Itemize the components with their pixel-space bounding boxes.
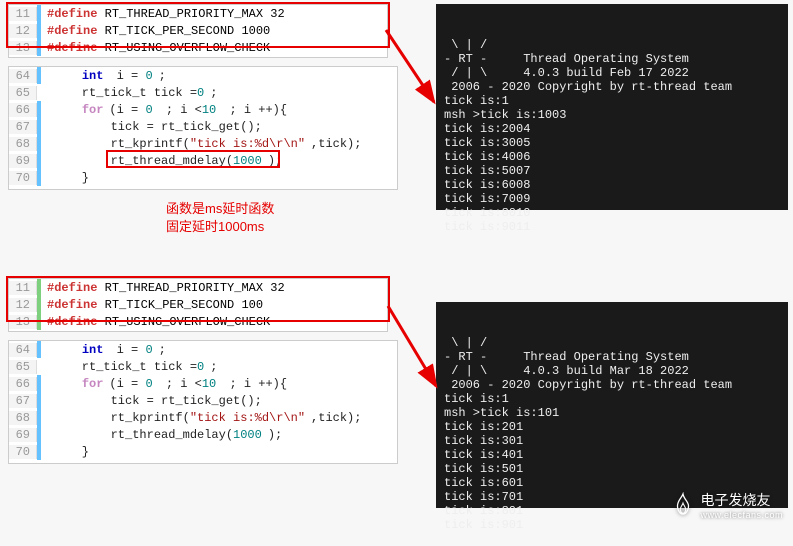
code-content: rt_thread_mdelay(1000); [41, 428, 282, 442]
terminal-line: 2006 - 2020 Copyright by rt-thread team [444, 378, 780, 392]
line-number: 69 [9, 428, 37, 442]
code-content: rt_kprintf("tick is:%d\r\n",tick); [41, 411, 361, 425]
code-line[interactable]: 67 tick = rt_tick_get(); [9, 392, 397, 409]
code-line[interactable]: 69 rt_thread_mdelay(1000); [9, 152, 397, 169]
terminal-line: tick is:401 [444, 448, 780, 462]
terminal-line: / | \ 4.0.3 build Feb 17 2022 [444, 66, 780, 80]
line-number: 12 [9, 24, 37, 38]
code-content: } [41, 171, 89, 185]
flame-icon [672, 492, 694, 518]
terminal-line: / | \ 4.0.3 build Mar 18 2022 [444, 364, 780, 378]
code-line[interactable]: 66 for(i = 0 ; i <10 ; i ++){ [9, 375, 397, 392]
terminal-line: msh >tick is:1003 [444, 108, 780, 122]
line-number: 66 [9, 377, 37, 391]
terminal-line: - RT - Thread Operating System [444, 350, 780, 364]
code-content: tick = rt_tick_get(); [41, 394, 262, 408]
line-number: 66 [9, 103, 37, 117]
code-line[interactable]: 13 #define RT_USING_OVERFLOW_CHECK [9, 313, 387, 330]
code-content: tick = rt_tick_get(); [41, 120, 262, 134]
line-number: 11 [9, 281, 37, 295]
annotation-line2: 固定延时1000ms [166, 218, 274, 236]
code-content: int i = 0; [41, 343, 166, 357]
terminal-line: tick is:201 [444, 420, 780, 434]
terminal-line: tick is:8010 [444, 206, 780, 220]
terminal-line: tick is:6008 [444, 178, 780, 192]
code-content: #define RT_THREAD_PRIORITY_MAX 32 [41, 7, 285, 21]
line-number: 68 [9, 137, 37, 151]
code-content: rt_thread_mdelay(1000); [41, 154, 282, 168]
annotation-text: 函数是ms延时函数 固定延时1000ms [166, 200, 274, 236]
terminal-line: tick is:2004 [444, 122, 780, 136]
terminal-line: - RT - Thread Operating System [444, 52, 780, 66]
code-line[interactable]: 64 int i = 0; [9, 67, 397, 84]
line-number: 65 [9, 86, 37, 100]
code-line[interactable]: 11 #define RT_THREAD_PRIORITY_MAX 32 [9, 5, 387, 22]
top-terminal: \ | /- RT - Thread Operating System / | … [436, 4, 788, 210]
line-number: 13 [9, 41, 37, 55]
terminal-line: msh >tick is:101 [444, 406, 780, 420]
code-content: } [41, 445, 89, 459]
code-line[interactable]: 12 #define RT_TICK_PER_SECOND 1000 [9, 22, 387, 39]
terminal-line: tick is:601 [444, 476, 780, 490]
code-content: for(i = 0 ; i <10 ; i ++){ [41, 103, 287, 117]
terminal-line: tick is:901 [444, 518, 780, 532]
watermark: 电子发烧友 www.elecfans.com [672, 490, 783, 520]
terminal-line: tick is:4006 [444, 150, 780, 164]
line-number: 70 [9, 171, 37, 185]
line-number: 67 [9, 120, 37, 134]
terminal-line: tick is:1 [444, 392, 780, 406]
terminal-line: tick is:501 [444, 462, 780, 476]
code-content: #define RT_TICK_PER_SECOND 100 [41, 298, 263, 312]
terminal-line: \ | / [444, 38, 780, 52]
terminal-line: tick is:1 [444, 94, 780, 108]
code-line[interactable]: 69 rt_thread_mdelay(1000); [9, 426, 397, 443]
top-define-panel: 11 #define RT_THREAD_PRIORITY_MAX 32 12 #de… [8, 4, 388, 58]
code-content: rt_kprintf("tick is:%d\r\n",tick); [41, 137, 361, 151]
code-content: int i = 0; [41, 69, 166, 83]
code-line[interactable]: 12 #define RT_TICK_PER_SECOND 100 [9, 296, 387, 313]
code-line[interactable]: 70 } [9, 443, 397, 460]
annotation-line1: 函数是ms延时函数 [166, 200, 274, 218]
line-number: 11 [9, 7, 37, 21]
code-line[interactable]: 67 tick = rt_tick_get(); [9, 118, 397, 135]
code-line[interactable]: 11 #define RT_THREAD_PRIORITY_MAX 32 [9, 279, 387, 296]
terminal-line: tick is:5007 [444, 164, 780, 178]
watermark-url: www.elecfans.com [700, 510, 783, 520]
top-code-panel: 64 int i = 0;65 rt_tick_t tick =0;66 for… [8, 66, 398, 190]
line-number: 13 [9, 315, 37, 329]
code-line[interactable]: 65 rt_tick_t tick =0; [9, 84, 397, 101]
code-line[interactable]: 68 rt_kprintf("tick is:%d\r\n",tick); [9, 409, 397, 426]
line-number: 65 [9, 360, 37, 374]
code-content: #define RT_THREAD_PRIORITY_MAX 32 [41, 281, 285, 295]
code-content: rt_tick_t tick =0; [41, 86, 217, 100]
line-number: 69 [9, 154, 37, 168]
line-number: 64 [9, 69, 37, 83]
code-content: rt_tick_t tick =0; [41, 360, 217, 374]
terminal-line: \ | / [444, 336, 780, 350]
line-number: 12 [9, 298, 37, 312]
code-line[interactable]: 66 for(i = 0 ; i <10 ; i ++){ [9, 101, 397, 118]
code-content: #define RT_TICK_PER_SECOND 1000 [41, 24, 270, 38]
terminal-line: tick is:301 [444, 434, 780, 448]
bottom-terminal: \ | /- RT - Thread Operating System / | … [436, 302, 788, 508]
terminal-line: tick is:9011 [444, 220, 780, 234]
line-number: 68 [9, 411, 37, 425]
code-line[interactable]: 13 #define RT_USING_OVERFLOW_CHECK [9, 39, 387, 56]
bottom-define-panel: 11 #define RT_THREAD_PRIORITY_MAX 32 12 #de… [8, 278, 388, 332]
line-number: 64 [9, 343, 37, 357]
code-line[interactable]: 64 int i = 0; [9, 341, 397, 358]
code-content: #define RT_USING_OVERFLOW_CHECK [41, 41, 270, 55]
code-line[interactable]: 70 } [9, 169, 397, 186]
terminal-line: tick is:3005 [444, 136, 780, 150]
watermark-title: 电子发烧友 [700, 492, 770, 508]
code-content: for(i = 0 ; i <10 ; i ++){ [41, 377, 287, 391]
terminal-line: 2006 - 2020 Copyright by rt-thread team [444, 80, 780, 94]
code-line[interactable]: 65 rt_tick_t tick =0; [9, 358, 397, 375]
line-number: 70 [9, 445, 37, 459]
code-line[interactable]: 68 rt_kprintf("tick is:%d\r\n",tick); [9, 135, 397, 152]
terminal-line: tick is:7009 [444, 192, 780, 206]
code-content: #define RT_USING_OVERFLOW_CHECK [41, 315, 270, 329]
bottom-code-panel: 64 int i = 0;65 rt_tick_t tick =0;66 for… [8, 340, 398, 464]
line-number: 67 [9, 394, 37, 408]
